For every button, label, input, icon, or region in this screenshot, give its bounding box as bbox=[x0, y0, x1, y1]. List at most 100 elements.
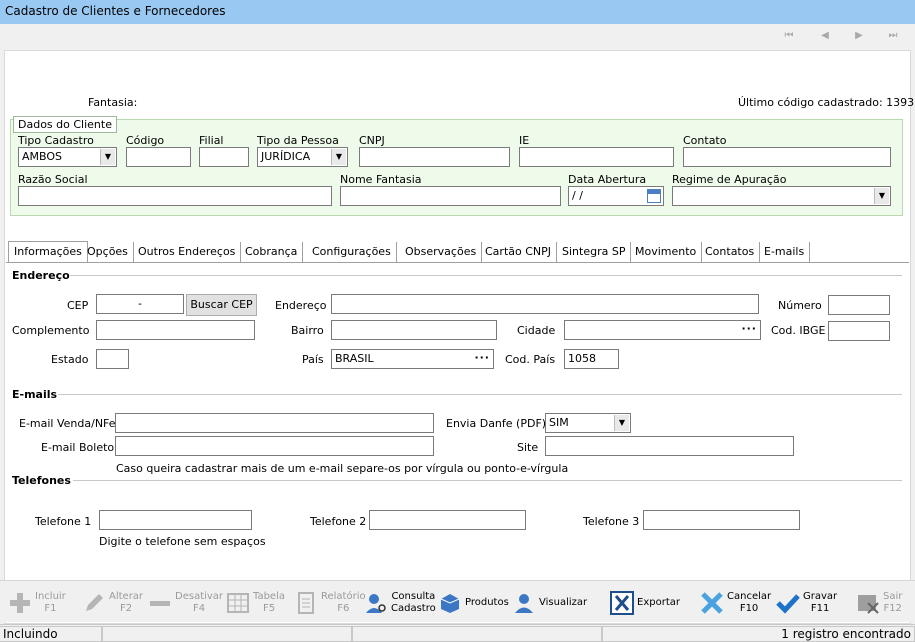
minus-icon bbox=[148, 591, 172, 615]
cidade-input[interactable]: ··· bbox=[564, 320, 761, 340]
tab-informacoes[interactable]: Informações bbox=[8, 241, 88, 263]
contato-input[interactable] bbox=[683, 147, 891, 167]
visualizar-label: Visualizar bbox=[539, 597, 588, 608]
tab-outros-enderecos[interactable]: Outros Endereços bbox=[133, 242, 242, 262]
tab-observacoes[interactable]: Observações bbox=[400, 242, 483, 262]
filial-input[interactable] bbox=[199, 147, 249, 167]
prev-record-icon[interactable]: ◀ bbox=[818, 29, 832, 43]
telefone3-input[interactable] bbox=[643, 510, 800, 530]
tipo-pessoa-select[interactable]: JURÍDICA ▼ bbox=[257, 147, 348, 167]
desativar-button[interactable]: Desativar F4 bbox=[148, 585, 223, 621]
plus-icon bbox=[8, 591, 32, 615]
data-abertura-label: Data Abertura bbox=[568, 173, 647, 186]
tab-opcoes[interactable]: Opções bbox=[82, 242, 134, 262]
sair-button[interactable]: Sair F12 bbox=[856, 585, 902, 621]
ie-input[interactable] bbox=[519, 147, 674, 167]
cep-label: CEP bbox=[67, 299, 89, 312]
numero-label: Número bbox=[778, 299, 822, 312]
desativar-label: Desativar bbox=[175, 591, 224, 602]
envia-danfe-select[interactable]: SIM ▼ bbox=[545, 413, 631, 433]
pais-value: BRASIL bbox=[335, 352, 374, 365]
first-record-icon[interactable]: ⏮ bbox=[782, 29, 796, 43]
consulta-label: Consulta bbox=[391, 591, 436, 602]
gravar-button[interactable]: Gravar F11 bbox=[776, 585, 837, 621]
exportar-button[interactable]: Exportar bbox=[610, 585, 680, 621]
chevron-down-icon[interactable]: ▼ bbox=[614, 415, 629, 431]
incluir-shortcut: F1 bbox=[44, 603, 57, 614]
envia-danfe-label: Envia Danfe (PDF) bbox=[446, 417, 547, 430]
tab-cartao-cnpj[interactable]: Cartão CNPJ bbox=[480, 242, 558, 262]
cancelar-button[interactable]: Cancelar F10 bbox=[700, 585, 771, 621]
relatorio-shortcut: F6 bbox=[337, 603, 350, 614]
email-boleto-input[interactable] bbox=[115, 436, 434, 456]
telefone2-input[interactable] bbox=[369, 510, 526, 530]
envia-danfe-value: SIM bbox=[549, 416, 569, 429]
chevron-down-icon[interactable]: ▼ bbox=[331, 149, 346, 165]
table-icon bbox=[226, 591, 250, 615]
divider bbox=[70, 275, 902, 276]
lookup-icon[interactable]: ··· bbox=[741, 322, 757, 335]
cod-ibge-input[interactable] bbox=[828, 321, 890, 341]
consulta-cadastro-button[interactable]: Consulta Cadastro bbox=[364, 585, 436, 621]
data-abertura-input[interactable]: / / bbox=[568, 186, 664, 206]
email-venda-label: E-mail Venda/NFe bbox=[19, 417, 116, 430]
buscar-cep-button[interactable]: Buscar CEP bbox=[186, 294, 257, 316]
tab-configuracoes[interactable]: Configurações bbox=[307, 242, 397, 262]
telefones-section-title: Telefones bbox=[12, 474, 71, 487]
complemento-input[interactable] bbox=[96, 320, 255, 340]
cep-input[interactable]: - bbox=[96, 294, 184, 314]
cidade-label: Cidade bbox=[517, 324, 556, 337]
telefone1-input[interactable] bbox=[99, 510, 252, 530]
codigo-input[interactable] bbox=[126, 147, 191, 167]
codigo-label: Código bbox=[126, 134, 165, 147]
nome-fantasia-input[interactable] bbox=[340, 186, 561, 206]
calendar-icon[interactable] bbox=[647, 189, 661, 203]
cnpj-input[interactable] bbox=[359, 147, 510, 167]
emails-section-title: E-mails bbox=[12, 388, 58, 401]
bairro-input[interactable] bbox=[331, 320, 497, 340]
window-titlebar: Cadastro de Clientes e Fornecedores bbox=[0, 0, 915, 24]
numero-input[interactable] bbox=[828, 295, 890, 315]
relatorio-button[interactable]: Relatório F6 bbox=[294, 585, 366, 621]
window-title: Cadastro de Clientes e Fornecedores bbox=[5, 4, 226, 18]
exit-icon bbox=[856, 591, 880, 615]
regime-select[interactable]: ▼ bbox=[672, 186, 891, 206]
site-input[interactable] bbox=[545, 436, 794, 456]
tab-movimento[interactable]: Movimento bbox=[630, 242, 703, 262]
tipo-cadastro-label: Tipo Cadastro bbox=[18, 134, 94, 147]
next-record-icon[interactable]: ▶ bbox=[852, 29, 866, 43]
incluir-button[interactable]: Incluir F1 bbox=[8, 585, 66, 621]
alterar-label: Alterar bbox=[109, 591, 144, 602]
tab-sintegra-sp[interactable]: Sintegra SP bbox=[557, 242, 632, 262]
chevron-down-icon[interactable]: ▼ bbox=[874, 188, 889, 204]
tab-emails[interactable]: E-mails bbox=[759, 242, 811, 262]
tabela-label: Tabela bbox=[253, 591, 285, 602]
pais-input[interactable]: BRASIL ··· bbox=[331, 349, 494, 369]
status-panel-3 bbox=[352, 626, 602, 642]
last-record-icon[interactable]: ⏭ bbox=[886, 29, 900, 43]
status-bar: Incluindo 1 registro encontrado bbox=[0, 624, 915, 642]
visualizar-button[interactable]: Visualizar bbox=[512, 585, 587, 621]
tabela-button[interactable]: Tabela F5 bbox=[226, 585, 285, 621]
tab-cobranca[interactable]: Cobrança bbox=[240, 242, 304, 262]
endereco-input[interactable] bbox=[331, 294, 759, 314]
user-search-icon bbox=[364, 591, 388, 615]
cod-pais-input[interactable]: 1058 bbox=[564, 349, 619, 369]
email-venda-input[interactable] bbox=[115, 413, 434, 433]
desativar-shortcut: F4 bbox=[192, 603, 206, 614]
status-records: 1 registro encontrado bbox=[602, 626, 915, 642]
tipo-cadastro-select[interactable]: AMBOS ▼ bbox=[18, 147, 117, 167]
razao-social-input[interactable] bbox=[18, 186, 332, 206]
pais-label: País bbox=[302, 353, 324, 366]
estado-input[interactable] bbox=[96, 349, 129, 369]
tabela-shortcut: F5 bbox=[262, 603, 276, 614]
chevron-down-icon[interactable]: ▼ bbox=[100, 149, 115, 165]
endereco-label: Endereço bbox=[275, 299, 327, 312]
alterar-button[interactable]: Alterar F2 bbox=[82, 585, 143, 621]
divider bbox=[58, 394, 902, 395]
cancelar-shortcut: F10 bbox=[739, 603, 759, 614]
produtos-label: Produtos bbox=[465, 597, 509, 608]
tab-contatos[interactable]: Contatos bbox=[700, 242, 761, 262]
lookup-icon[interactable]: ··· bbox=[474, 351, 490, 364]
produtos-button[interactable]: Produtos bbox=[438, 585, 509, 621]
